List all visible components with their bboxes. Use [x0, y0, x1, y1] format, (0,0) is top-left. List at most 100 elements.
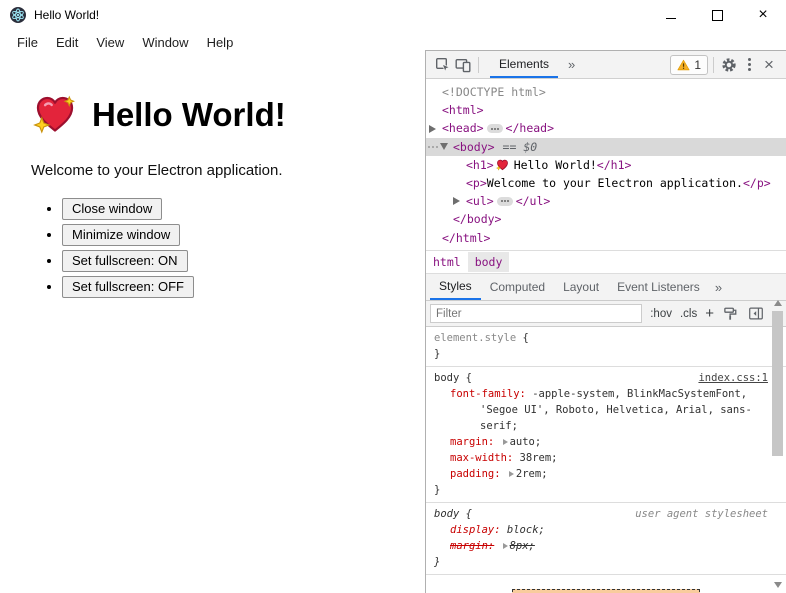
inspect-element-button[interactable]	[433, 55, 453, 75]
device-toolbar-button[interactable]	[453, 55, 473, 75]
user-agent-note: user agent stylesheet	[635, 508, 768, 520]
toolbar-divider	[478, 56, 479, 73]
list-item: Close window	[62, 197, 425, 220]
rendering-button[interactable]	[722, 305, 739, 322]
scroll-down-icon[interactable]	[769, 576, 786, 593]
toolbar-divider	[713, 56, 714, 73]
collapse-arrow-icon[interactable]	[440, 143, 448, 151]
sidebar-toggle-button[interactable]	[747, 305, 764, 322]
styles-scrollbar[interactable]	[769, 294, 786, 593]
scrollbar-thumb[interactable]	[772, 311, 783, 456]
toggle-element-state-button[interactable]: :hov	[650, 308, 672, 320]
action-list: Close window Minimize window Set fullscr…	[0, 197, 425, 298]
filter-input[interactable]	[430, 304, 643, 323]
maximize-icon	[711, 9, 723, 21]
welcome-text: Welcome to your Electron application.	[31, 162, 283, 179]
expand-arrow-icon[interactable]	[453, 197, 460, 206]
expand-arrow-icon[interactable]	[508, 471, 514, 477]
electron-logo-icon[interactable]	[10, 7, 26, 23]
expand-arrow-icon[interactable]	[429, 124, 436, 133]
head-node[interactable]: <head> </head>	[426, 119, 786, 137]
list-item: Minimize window	[62, 223, 425, 246]
element-classes-button[interactable]: .cls	[680, 308, 697, 320]
node-menu-icon[interactable]	[426, 145, 440, 148]
breadcrumb-body[interactable]: body	[467, 252, 510, 272]
tab-event-listeners[interactable]: Event Listeners	[608, 274, 709, 300]
paint-roller-icon	[724, 307, 737, 320]
sparkling-heart-icon	[495, 159, 508, 171]
box-model-margin[interactable]: margin –	[512, 589, 700, 593]
minimize-icon	[666, 17, 676, 19]
close-window-button[interactable]: ×	[740, 0, 786, 30]
ul-node[interactable]: <ul> </ul>	[426, 192, 786, 210]
elements-tree: <!DOCTYPE html> <html> <head> </head> <bo…	[426, 79, 786, 250]
app-content: Hello World! Welcome to your Electron ap…	[0, 54, 425, 593]
maximize-window-button[interactable]	[694, 0, 740, 30]
device-toolbar-icon	[455, 58, 471, 72]
stylesheet-link[interactable]: index.css:1	[698, 370, 768, 386]
h1-node[interactable]: <h1> Hello World! </h1>	[426, 156, 786, 174]
body-css-rule[interactable]: index.css:1 body { font-family: -apple-sy…	[426, 367, 786, 503]
window-title: Hello World!	[34, 8, 100, 22]
title-bar: Hello World! ×	[0, 0, 786, 30]
tab-elements[interactable]: Elements	[490, 51, 559, 78]
devtools-toolbar: Elements » 1 ×	[426, 51, 786, 79]
element-style-rule[interactable]: element.style { }	[426, 327, 786, 367]
css-property[interactable]: max-width: 38rem;	[434, 450, 768, 466]
css-property[interactable]: margin: auto;	[434, 434, 768, 450]
gear-icon	[722, 57, 736, 72]
minimize-window-action-button[interactable]: Minimize window	[62, 224, 181, 246]
minimize-window-button[interactable]	[648, 0, 694, 30]
menu-window[interactable]: Window	[133, 32, 197, 53]
styles-filter-bar: :hov .cls +	[426, 301, 786, 327]
page-heading: Hello World!	[33, 94, 425, 135]
console-warning-badge[interactable]: 1	[670, 54, 708, 75]
close-icon: ×	[758, 6, 768, 23]
expand-arrow-icon[interactable]	[502, 543, 508, 549]
html-close-node[interactable]: </html>	[426, 229, 786, 247]
fullscreen-on-button[interactable]: Set fullscreen: ON	[62, 250, 188, 272]
sidebar-toggle-icon	[748, 307, 763, 320]
dom-breadcrumb: html body	[426, 250, 786, 274]
devtools-menu-button[interactable]	[739, 55, 759, 75]
css-property[interactable]: padding: 2rem;	[434, 466, 768, 482]
html-open-node[interactable]: <html>	[426, 101, 786, 119]
selector[interactable]: body	[434, 508, 459, 520]
ellipsis-expand-icon[interactable]	[496, 196, 513, 206]
menu-edit[interactable]: Edit	[47, 32, 87, 53]
styles-pane: element.style { } index.css:1 body { font…	[426, 327, 786, 593]
tab-computed[interactable]: Computed	[481, 274, 554, 300]
css-property-overridden[interactable]: margin: 8px;	[434, 538, 768, 554]
devtools-panel: Elements » 1 × <!DOCTYPE html> <html> <h…	[425, 50, 786, 593]
selector[interactable]: body	[434, 372, 459, 384]
list-item: Set fullscreen: ON	[62, 249, 425, 272]
doctype-node[interactable]: <!DOCTYPE html>	[426, 83, 786, 101]
close-window-action-button[interactable]: Close window	[62, 198, 163, 220]
fullscreen-off-button[interactable]: Set fullscreen: OFF	[62, 276, 194, 298]
devtools-close-button[interactable]: ×	[759, 55, 779, 75]
user-agent-rule[interactable]: user agent stylesheet body { display: blo…	[426, 503, 786, 575]
window-controls: ×	[648, 0, 786, 30]
body-node-selected[interactable]: <body> == $0	[426, 137, 786, 156]
menu-view[interactable]: View	[87, 32, 133, 53]
p-node[interactable]: <p> Welcome to your Electron application.…	[426, 174, 786, 192]
css-property[interactable]: font-family: -apple-system, BlinkMacSyst…	[434, 386, 768, 434]
body-close-node[interactable]: </body>	[426, 210, 786, 228]
new-style-rule-button[interactable]: +	[705, 306, 714, 321]
more-tabs-button[interactable]: »	[568, 57, 576, 72]
menu-file[interactable]: File	[8, 32, 47, 53]
ellipsis-expand-icon[interactable]	[486, 124, 503, 133]
settings-button[interactable]	[719, 55, 739, 75]
warning-count: 1	[694, 57, 701, 72]
tab-styles[interactable]: Styles	[430, 274, 481, 300]
menu-help[interactable]: Help	[198, 32, 243, 53]
expand-arrow-icon[interactable]	[502, 439, 508, 445]
scroll-up-icon[interactable]	[769, 294, 786, 311]
inspect-cursor-icon	[436, 57, 451, 73]
breadcrumb-html[interactable]: html	[426, 252, 468, 272]
selector[interactable]: element.style	[434, 332, 516, 344]
tab-layout[interactable]: Layout	[554, 274, 608, 300]
more-sidebar-tabs-button[interactable]: »	[715, 280, 722, 295]
dollar-zero-hint: == $0	[502, 139, 538, 154]
css-property[interactable]: display: block;	[434, 522, 768, 538]
